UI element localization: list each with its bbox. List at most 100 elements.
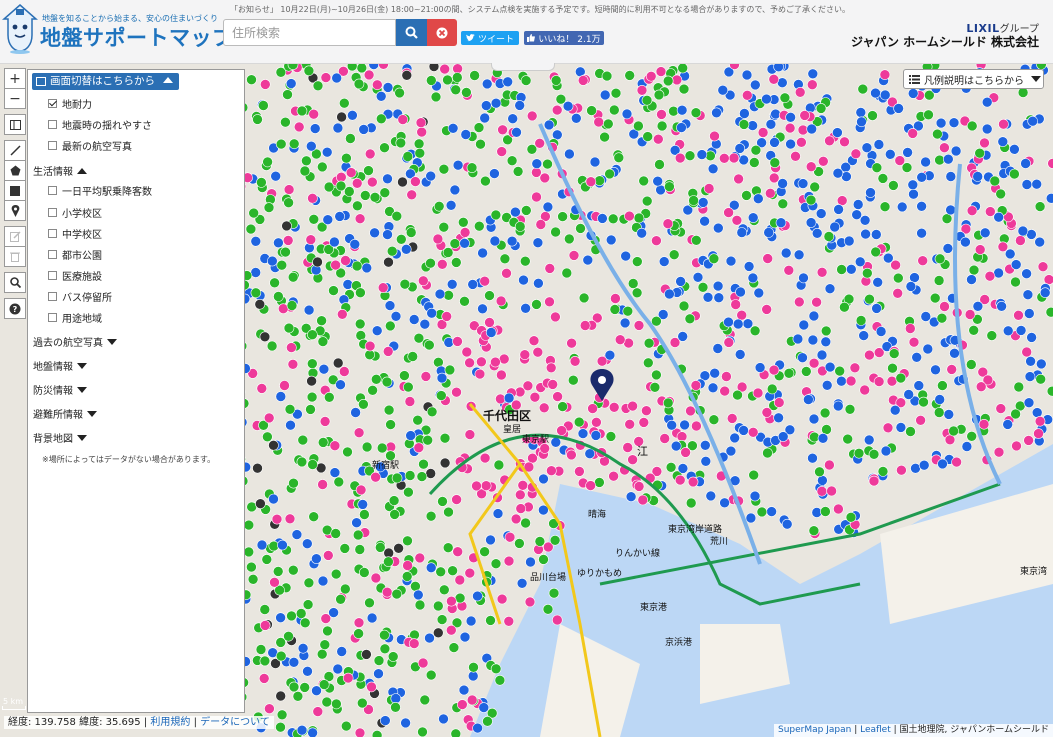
survey-dot[interactable] [594, 477, 605, 488]
survey-dot[interactable] [979, 137, 990, 149]
survey-dot[interactable] [589, 156, 601, 168]
survey-dot[interactable] [393, 542, 404, 554]
survey-dot[interactable] [712, 343, 724, 354]
survey-dot[interactable] [631, 256, 643, 267]
survey-dot[interactable] [796, 137, 807, 148]
survey-dot[interactable] [351, 178, 363, 189]
survey-dot[interactable] [364, 340, 376, 352]
survey-dot[interactable] [749, 490, 761, 502]
survey-dot[interactable] [584, 448, 596, 460]
survey-dot[interactable] [295, 608, 307, 619]
survey-dot[interactable] [520, 303, 531, 314]
survey-dot[interactable] [602, 118, 614, 130]
survey-dot[interactable] [1021, 268, 1032, 279]
survey-dot[interactable] [490, 558, 502, 570]
survey-dot[interactable] [707, 382, 719, 394]
survey-dot[interactable] [662, 218, 674, 229]
survey-dot[interactable] [613, 152, 625, 163]
survey-dot[interactable] [574, 466, 585, 477]
survey-dot[interactable] [599, 131, 610, 143]
survey-dot[interactable] [303, 577, 315, 589]
facebook-like-button[interactable]: いいね！ 2.1万 [524, 31, 604, 45]
survey-dot[interactable] [400, 244, 412, 255]
survey-dot[interactable] [349, 239, 361, 250]
survey-dot[interactable] [552, 391, 563, 402]
survey-dot[interactable] [768, 74, 780, 85]
survey-dot[interactable] [696, 149, 708, 160]
survey-dot[interactable] [995, 403, 1007, 414]
survey-dot[interactable] [678, 83, 690, 95]
survey-dot[interactable] [402, 535, 413, 547]
survey-dot[interactable] [258, 673, 270, 684]
survey-dot[interactable] [873, 376, 885, 387]
survey-dot[interactable] [305, 234, 317, 245]
survey-dot[interactable] [544, 296, 555, 308]
survey-dot[interactable] [447, 565, 458, 577]
survey-dot[interactable] [489, 168, 500, 179]
survey-dot[interactable] [884, 149, 896, 160]
survey-dot[interactable] [797, 178, 809, 189]
survey-dot[interactable] [1043, 274, 1053, 285]
survey-dot[interactable] [338, 366, 350, 377]
survey-dot[interactable] [550, 311, 561, 323]
survey-dot[interactable] [436, 372, 448, 384]
survey-dot[interactable] [567, 374, 579, 386]
survey-dot[interactable] [757, 127, 769, 138]
survey-dot[interactable] [741, 190, 752, 201]
survey-dot[interactable] [685, 405, 696, 417]
survey-dot[interactable] [762, 447, 773, 459]
survey-dot[interactable] [364, 597, 375, 609]
survey-dot[interactable] [753, 287, 765, 299]
survey-dot[interactable] [359, 509, 370, 520]
survey-dot[interactable] [438, 163, 450, 175]
life-option-passengers[interactable]: 一日平均駅乗降客数 [48, 183, 152, 198]
survey-dot[interactable] [622, 442, 634, 453]
survey-dot[interactable] [907, 88, 919, 99]
survey-dot[interactable] [839, 301, 850, 313]
survey-dot[interactable] [993, 446, 1005, 458]
survey-dot[interactable] [399, 370, 410, 381]
survey-dot[interactable] [687, 476, 699, 488]
survey-dot[interactable] [416, 126, 428, 138]
layer-option-bearing[interactable]: 地耐力 [48, 96, 92, 111]
survey-dot[interactable] [625, 491, 637, 503]
survey-dot[interactable] [1011, 440, 1022, 452]
survey-dot[interactable] [299, 617, 311, 629]
survey-dot[interactable] [416, 471, 428, 482]
survey-dot[interactable] [422, 434, 434, 446]
survey-dot[interactable] [549, 534, 561, 546]
survey-dot[interactable] [868, 475, 880, 487]
survey-dot[interactable] [677, 331, 689, 342]
survey-dot[interactable] [425, 510, 437, 522]
survey-dot[interactable] [496, 146, 508, 157]
survey-dot[interactable] [461, 346, 473, 358]
survey-dot[interactable] [709, 367, 721, 379]
survey-dot[interactable] [381, 586, 393, 598]
survey-dot[interactable] [890, 259, 901, 271]
survey-dot[interactable] [622, 305, 634, 317]
survey-dot[interactable] [645, 71, 657, 82]
survey-dot[interactable] [436, 614, 448, 625]
survey-dot[interactable] [668, 249, 680, 260]
survey-dot[interactable] [452, 546, 464, 558]
survey-dot[interactable] [538, 554, 549, 565]
survey-dot[interactable] [680, 447, 691, 458]
survey-dot[interactable] [292, 690, 304, 702]
survey-dot[interactable] [353, 78, 365, 90]
survey-dot[interactable] [262, 156, 273, 168]
survey-dot[interactable] [621, 108, 633, 120]
survey-dot[interactable] [417, 657, 429, 669]
terms-link[interactable]: 利用規約 [150, 717, 190, 728]
survey-dot[interactable] [908, 188, 919, 200]
survey-dot[interactable] [761, 304, 773, 315]
header-collapse-handle[interactable] [491, 63, 555, 71]
survey-dot[interactable] [402, 560, 413, 571]
survey-dot[interactable] [269, 576, 280, 588]
survey-dot[interactable] [497, 124, 508, 136]
survey-dot[interactable] [664, 288, 675, 300]
survey-dot[interactable] [268, 493, 279, 505]
survey-dot[interactable] [461, 87, 472, 98]
survey-dot[interactable] [485, 327, 497, 338]
survey-dot[interactable] [388, 495, 400, 506]
survey-dot[interactable] [346, 64, 358, 72]
